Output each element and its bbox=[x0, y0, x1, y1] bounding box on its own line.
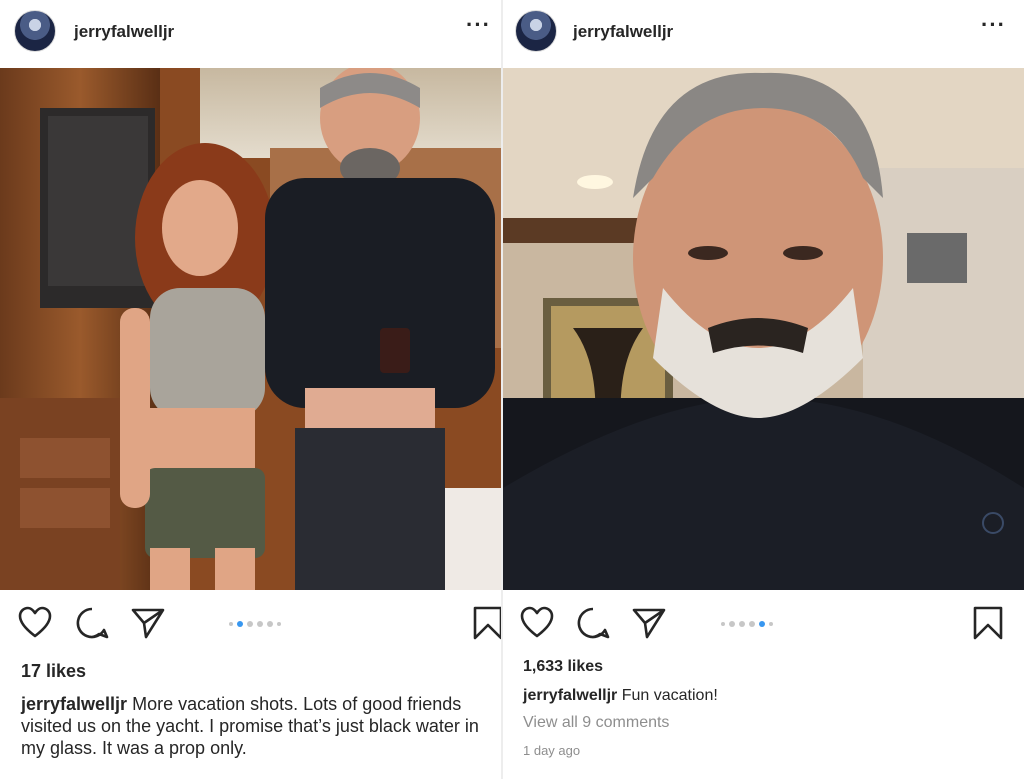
action-bar bbox=[0, 605, 501, 645]
instagram-post-left: jerryfalwelljr ··· 17 likes jerryfalwell… bbox=[0, 0, 501, 779]
carousel-dot-active bbox=[759, 621, 765, 627]
heart-icon[interactable] bbox=[519, 605, 555, 641]
post-caption: jerryfalwelljr More vacation shots. Lots… bbox=[21, 693, 493, 759]
instagram-post-right: jerryfalwelljr ··· 1,633 likes jerryfalw… bbox=[503, 0, 1024, 779]
share-icon[interactable] bbox=[130, 605, 166, 641]
post-caption: jerryfalwelljr Fun vacation! bbox=[523, 686, 1013, 706]
timestamp: 1 day ago bbox=[523, 743, 581, 758]
carousel-dot bbox=[257, 621, 263, 627]
carousel-dot bbox=[749, 621, 755, 627]
more-options-icon[interactable]: ··· bbox=[466, 14, 491, 36]
more-options-icon[interactable]: ··· bbox=[981, 14, 1006, 36]
likes-count[interactable]: 17 likes bbox=[21, 661, 86, 682]
heart-icon[interactable] bbox=[17, 605, 53, 641]
carousel-indicator bbox=[229, 621, 281, 627]
caption-username[interactable]: jerryfalwelljr bbox=[523, 687, 617, 704]
carousel-dot bbox=[721, 622, 725, 626]
post-header: jerryfalwelljr ··· bbox=[503, 0, 1024, 66]
bookmark-icon[interactable] bbox=[470, 605, 501, 641]
selfie-photo bbox=[503, 68, 1024, 590]
carousel-indicator bbox=[721, 621, 773, 627]
avatar[interactable] bbox=[515, 10, 557, 52]
carousel-dot bbox=[247, 621, 253, 627]
carousel-dot-active bbox=[237, 621, 243, 627]
username[interactable]: jerryfalwelljr bbox=[573, 22, 673, 42]
view-comments-link[interactable]: View all 9 comments bbox=[523, 714, 669, 732]
post-photo[interactable] bbox=[503, 68, 1024, 590]
carousel-dot bbox=[267, 621, 273, 627]
post-photo[interactable] bbox=[0, 68, 501, 590]
share-icon[interactable] bbox=[631, 605, 667, 641]
caption-username[interactable]: jerryfalwelljr bbox=[21, 694, 127, 714]
likes-count[interactable]: 1,633 likes bbox=[523, 658, 603, 676]
caption-text: Fun vacation! bbox=[621, 687, 718, 704]
carousel-dot bbox=[729, 621, 735, 627]
post-header: jerryfalwelljr ··· bbox=[0, 0, 501, 66]
avatar[interactable] bbox=[14, 10, 56, 52]
carousel-dot bbox=[739, 621, 745, 627]
bookmark-icon[interactable] bbox=[970, 605, 1006, 641]
comment-icon[interactable] bbox=[575, 605, 611, 641]
yacht-interior-photo bbox=[0, 68, 501, 590]
action-bar bbox=[503, 605, 1024, 645]
comment-icon[interactable] bbox=[74, 605, 110, 641]
carousel-dot bbox=[277, 622, 281, 626]
carousel-dot bbox=[769, 622, 773, 626]
carousel-dot bbox=[229, 622, 233, 626]
username[interactable]: jerryfalwelljr bbox=[74, 22, 174, 42]
